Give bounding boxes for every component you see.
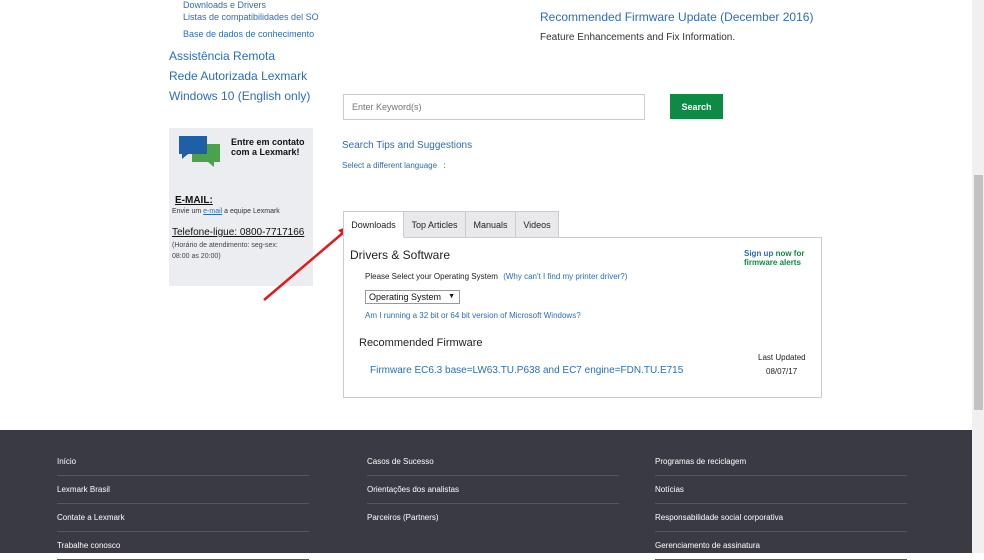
signup-link[interactable]: Sign up xyxy=(744,249,773,258)
footer-link[interactable]: Parceiros (Partners) xyxy=(367,513,619,531)
language-link[interactable]: Select a different language xyxy=(342,161,437,170)
last-updated-date: 08/07/17 xyxy=(766,367,798,376)
os-select-value: Operating System xyxy=(369,292,442,302)
email-link[interactable]: e-mail xyxy=(203,208,222,215)
sidebar-sublink-knowledge[interactable]: Base de dados de conhecimento xyxy=(183,29,314,40)
dropdown-arrow-icon: ▼ xyxy=(448,293,455,300)
firmware-link[interactable]: Firmware EC6.3 base=LW63.TU.P638 and EC7… xyxy=(370,365,683,376)
footer-link[interactable]: Programas de reciclagem xyxy=(655,457,907,476)
sidebar-link-windows10[interactable]: Windows 10 (English only) xyxy=(169,89,310,103)
firmware-news-link[interactable]: Recommended Firmware Update (December 20… xyxy=(540,10,813,24)
os-select[interactable]: Operating System ▼ xyxy=(365,290,460,304)
panel-title: Drivers & Software xyxy=(350,248,451,262)
footer-link[interactable]: Gerenciamento de assinatura xyxy=(655,541,907,560)
firmware-news-desc: Feature Enhancements and Fix Information… xyxy=(540,32,736,43)
scrollbar-thumb[interactable] xyxy=(974,175,983,410)
sidebar-sublink-downloads[interactable]: Downloads e Drivers xyxy=(183,0,266,11)
footer-link[interactable]: Responsabilidade social corporativa xyxy=(655,513,907,532)
sidebar-sublink-compat[interactable]: Listas de compatibilidades del SO xyxy=(183,12,319,23)
bit-version-link[interactable]: Am I running a 32 bit or 64 bit version … xyxy=(365,311,581,320)
firmware-heading: Recommended Firmware xyxy=(359,337,483,349)
email-post: a equipe Lexmark xyxy=(224,208,280,215)
tab-manuals[interactable]: Manuals xyxy=(465,211,516,238)
email-pre: Envie um xyxy=(172,208,202,215)
sidebar-link-network[interactable]: Rede Autorizada Lexmark xyxy=(169,69,307,83)
footer-link[interactable]: Orientações dos analistas xyxy=(367,485,619,504)
tab-videos[interactable]: Videos xyxy=(515,211,559,238)
select-os-label: Please Select your Operating System xyxy=(365,272,498,281)
footer-link[interactable]: Casos de Sucesso xyxy=(367,457,619,476)
footer-link[interactable]: Contate a Lexmark xyxy=(57,513,309,532)
footer-link[interactable]: Trabalhe conosco xyxy=(57,541,309,560)
email-heading: E-MAIL: xyxy=(175,195,213,206)
why-driver-link[interactable]: (Why can't I find my printer driver?) xyxy=(503,272,627,281)
footer: Início Lexmark Brasil Contate a Lexmark … xyxy=(0,430,972,560)
search-input[interactable] xyxy=(343,94,645,120)
tab-top-articles[interactable]: Top Articles xyxy=(403,211,466,238)
sidebar-link-remote[interactable]: Assistência Remota xyxy=(169,49,275,63)
footer-link[interactable]: Início xyxy=(57,457,309,476)
downloads-panel: Drivers & Software Sign up now for firmw… xyxy=(343,237,822,398)
contact-title: Entre em contato com a Lexmark! xyxy=(231,137,305,157)
search-button[interactable]: Search xyxy=(670,94,723,119)
tab-downloads[interactable]: Downloads xyxy=(343,211,404,238)
last-updated-label: Last Updated xyxy=(758,353,806,362)
footer-link[interactable]: Notícias xyxy=(655,485,907,504)
chat-icon xyxy=(179,136,220,167)
language-colon: : xyxy=(443,161,446,170)
footer-link[interactable]: Lexmark Brasil xyxy=(57,485,309,504)
search-tips-link[interactable]: Search Tips and Suggestions xyxy=(342,140,472,151)
